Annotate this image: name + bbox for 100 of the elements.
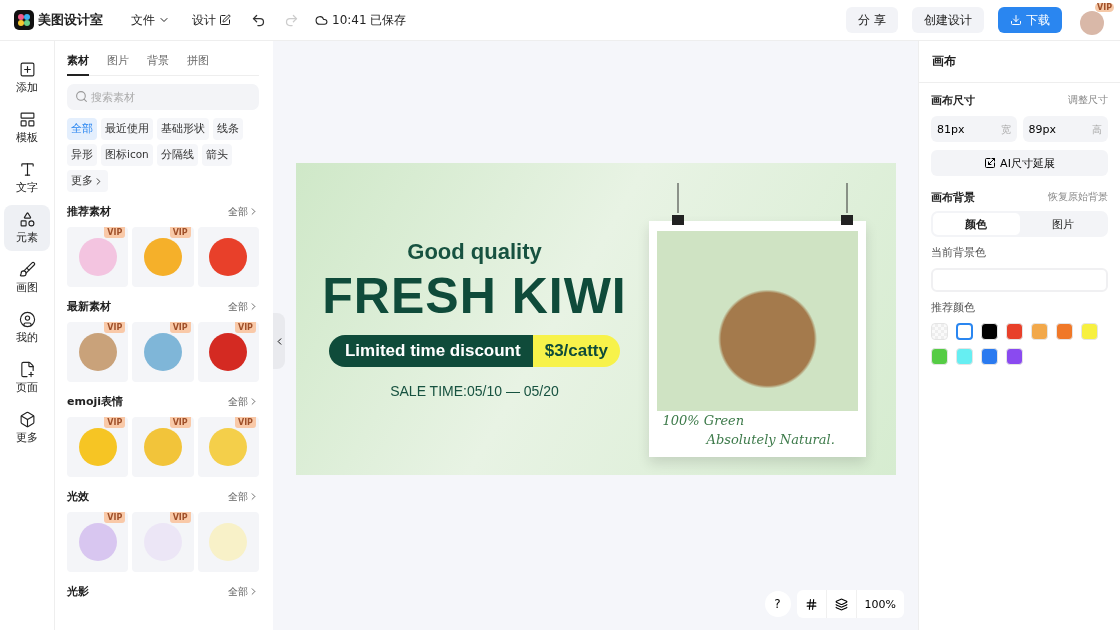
clip-icon: [839, 182, 854, 227]
section-title: 推荐素材: [67, 204, 111, 219]
rail-item[interactable]: 添加: [4, 55, 50, 101]
promo-label: Limited time discount: [329, 334, 533, 367]
brush-icon: [18, 261, 36, 278]
field-label: 推荐颜色: [931, 300, 976, 315]
layout-icon: [18, 111, 36, 128]
cube-icon: [18, 411, 36, 428]
search-icon: [75, 90, 88, 103]
see-all-link[interactable]: 全部: [228, 489, 259, 504]
see-all-link[interactable]: 全部: [228, 299, 259, 314]
avatar[interactable]: [1080, 11, 1104, 35]
section-title: 最新素材: [67, 299, 111, 314]
hash-icon: [804, 597, 818, 611]
filter-chip[interactable]: 图标icon: [101, 144, 153, 166]
poster-caption: 100% Green: [661, 411, 746, 430]
layers-icon: [834, 597, 848, 611]
panel-tab[interactable]: 拼图: [187, 51, 209, 76]
download-icon: [1010, 14, 1022, 26]
segment-tab[interactable]: 颜色: [933, 213, 1020, 235]
section-label: 画布背景: [931, 190, 975, 205]
poster-subtitle: Good quality: [407, 238, 542, 265]
asset-thumbnail[interactable]: VIP: [197, 417, 259, 477]
filter-chip[interactable]: 线条: [213, 118, 243, 140]
asset-thumbnail[interactable]: VIP: [132, 512, 194, 572]
text-icon: [18, 161, 36, 178]
vip-badge: VIP: [234, 322, 256, 333]
vip-badge: VIP: [234, 417, 256, 428]
vip-badge: VIP: [169, 512, 191, 523]
shapes-icon: [18, 211, 36, 228]
color-swatch[interactable]: [956, 323, 973, 340]
user-icon: [18, 311, 36, 328]
asset-thumbnail[interactable]: VIP: [132, 227, 194, 287]
vip-badge: VIP: [169, 417, 191, 428]
vip-badge: VIP: [104, 417, 126, 428]
asset-thumbnail[interactable]: VIP: [67, 512, 129, 572]
menu-button[interactable]: 设计: [188, 9, 235, 31]
add-icon: [18, 61, 36, 78]
see-all-link[interactable]: 全部: [228, 394, 259, 409]
search-field[interactable]: 搜索素材: [67, 84, 259, 110]
rail-item[interactable]: 页面: [4, 355, 50, 401]
clip-icon: [670, 182, 685, 227]
filter-chip[interactable]: 更多: [67, 170, 108, 192]
asset-thumbnail[interactable]: VIP: [67, 322, 129, 382]
field-label: 当前背景色: [931, 245, 987, 260]
unit-label: 高: [1092, 123, 1102, 137]
rail-item[interactable]: 文字: [4, 155, 50, 201]
app-name: 美图设计室: [38, 11, 103, 29]
filter-chip[interactable]: 基础形状: [157, 118, 209, 140]
action-button[interactable]: 分 享: [846, 7, 898, 33]
edit-icon: [219, 14, 231, 26]
asset-thumbnail[interactable]: VIP: [197, 322, 259, 382]
price-label: $3/catty: [532, 334, 620, 367]
resize-link[interactable]: 调整尺寸: [1068, 94, 1108, 107]
see-all-link[interactable]: 全部: [228, 584, 259, 599]
asset-thumbnail[interactable]: VIP: [67, 417, 129, 477]
ai-resize-button[interactable]: AI尺寸延展: [931, 150, 1108, 176]
panel-title: 画布: [919, 41, 1120, 83]
vip-badge: VIP: [169, 322, 191, 333]
asset-thumbnail[interactable]: VIP: [67, 227, 129, 287]
resize-icon: [984, 157, 997, 169]
filter-chip[interactable]: 最近使用: [101, 118, 153, 140]
filter-chip[interactable]: 箭头: [201, 144, 232, 166]
panel-tab[interactable]: 背景: [147, 51, 169, 76]
section-title: 光影: [67, 584, 89, 599]
rail-item[interactable]: 更多: [4, 405, 50, 451]
asset-thumbnail[interactable]: [197, 512, 259, 572]
section-title: emoji表情: [67, 394, 124, 409]
rail-item[interactable]: 元素: [4, 205, 50, 251]
poster-headline: FRESH KIWI: [322, 270, 627, 321]
page-add-icon: [18, 361, 36, 378]
vip-badge: VIP: [1094, 3, 1114, 12]
panel-tab[interactable]: 素材: [67, 51, 89, 76]
asset-thumbnail[interactable]: [197, 227, 259, 287]
rail-item[interactable]: 我的: [4, 305, 50, 351]
download-button[interactable]: 下载: [998, 7, 1062, 33]
cloud-icon: [315, 13, 328, 27]
rail-item[interactable]: 模板: [4, 105, 50, 151]
save-status: 10:41 已保存: [332, 11, 407, 29]
logo-icon: [14, 10, 34, 30]
rail-item[interactable]: 画图: [4, 255, 50, 301]
vip-badge: VIP: [104, 322, 126, 333]
segment-tab[interactable]: 图片: [1019, 213, 1106, 235]
asset-thumbnail[interactable]: VIP: [132, 417, 194, 477]
filter-chip[interactable]: 异形: [67, 144, 97, 166]
sale-time: SALE TIME:05/10 — 05/20: [390, 382, 559, 399]
reset-background-link[interactable]: 恢复原始背景: [1048, 191, 1108, 204]
section-label: 画布尺寸: [931, 93, 975, 108]
see-all-link[interactable]: 全部: [228, 204, 259, 219]
action-button[interactable]: 创建设计: [912, 7, 984, 33]
unit-label: 宽: [1000, 123, 1011, 137]
filter-chip[interactable]: 分隔线: [156, 144, 198, 166]
panel-tab[interactable]: 图片: [107, 51, 129, 76]
menu-button[interactable]: 文件: [127, 9, 174, 31]
poster-caption: Absolutely Natural.: [704, 430, 836, 449]
vip-badge: VIP: [169, 227, 191, 238]
section-title: 光效: [67, 489, 89, 504]
asset-thumbnail[interactable]: VIP: [132, 322, 194, 382]
vip-badge: VIP: [104, 512, 126, 523]
help-button[interactable]: ?: [764, 591, 791, 617]
